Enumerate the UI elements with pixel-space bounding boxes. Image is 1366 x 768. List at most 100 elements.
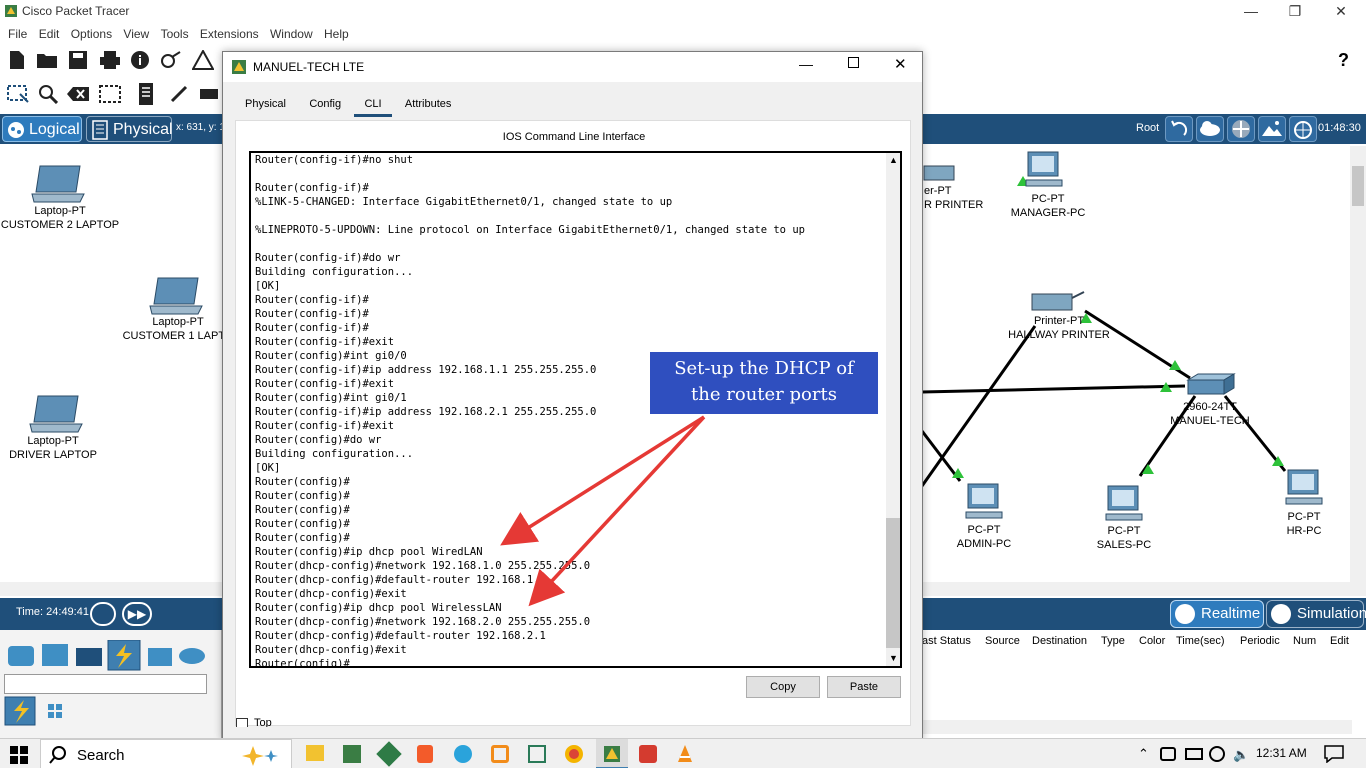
tab-cli[interactable]: CLI — [354, 94, 392, 117]
note-icon[interactable] — [138, 82, 154, 106]
simulation-button[interactable]: Simulation — [1266, 600, 1366, 628]
minimize-button[interactable]: — — [1228, 0, 1274, 24]
new-file-icon[interactable] — [8, 50, 26, 70]
top-label: Top — [254, 717, 272, 727]
background-button[interactable] — [1258, 116, 1286, 142]
tab-physical[interactable]: Physical — [235, 94, 296, 114]
logical-tab[interactable]: Logical — [2, 116, 82, 142]
device-label: Printer-PT HALLWAY PRINTER — [1008, 315, 1110, 341]
physical-tab[interactable]: Physical — [86, 116, 173, 142]
chrome-icon[interactable] — [565, 745, 583, 763]
menu-file[interactable]: File — [8, 24, 27, 44]
switch-icon[interactable] — [1182, 372, 1238, 400]
laptop-icon[interactable] — [28, 394, 86, 434]
screenshot-tool-icon[interactable] — [491, 745, 509, 763]
packet-tracer-icon — [5, 5, 17, 17]
resize-shape-icon[interactable] — [98, 84, 122, 104]
printer-icon[interactable] — [922, 158, 958, 186]
menu-tools[interactable]: Tools — [161, 24, 189, 44]
scroll-thumb[interactable] — [1352, 166, 1364, 206]
taskbar-search[interactable]: Search — [40, 739, 292, 768]
cli-scroll-thumb[interactable] — [886, 518, 900, 648]
laptop-icon[interactable] — [148, 276, 206, 316]
app-icon[interactable] — [343, 745, 361, 763]
notifications-icon[interactable] — [1324, 745, 1344, 763]
menu-extensions[interactable]: Extensions — [200, 24, 259, 44]
move-icon — [1232, 120, 1250, 138]
battery-icon[interactable] — [1185, 748, 1203, 760]
open-folder-icon[interactable] — [36, 51, 58, 69]
column-header: Time(sec) — [1176, 635, 1225, 647]
top-checkbox[interactable] — [236, 718, 248, 727]
device-label: PC-PT ADMIN-PC — [956, 524, 1012, 550]
grid-icon[interactable] — [46, 702, 64, 720]
select-icon[interactable] — [6, 83, 30, 105]
paste-button[interactable]: Paste — [827, 676, 901, 698]
restore-button[interactable]: ❐ — [1272, 0, 1318, 24]
connections-icon[interactable] — [4, 696, 36, 726]
volume-icon[interactable]: 🔈 — [1233, 747, 1249, 763]
code-editor-icon[interactable] — [528, 745, 546, 763]
menu-view[interactable]: View — [123, 24, 149, 44]
packet-tracer-taskbar-button[interactable] — [596, 739, 628, 768]
tab-attributes[interactable]: Attributes — [395, 94, 461, 114]
cluster-button[interactable] — [1196, 116, 1224, 142]
power-cycle-icon[interactable] — [90, 602, 116, 626]
fast-forward-icon[interactable]: ▶▶ — [122, 602, 152, 626]
pc-icon[interactable] — [1024, 150, 1070, 190]
top-option[interactable]: Top — [236, 717, 912, 727]
save-icon[interactable] — [68, 50, 88, 70]
dialog-minimize-button[interactable]: — — [799, 56, 813, 72]
scroll-down-icon[interactable]: ▼ — [889, 653, 898, 663]
windows-start-icon[interactable] — [10, 746, 28, 764]
wps-office-icon[interactable] — [639, 745, 657, 763]
viewport-button[interactable] — [1289, 116, 1317, 142]
close-button[interactable]: ✕ — [1318, 0, 1364, 24]
move-button[interactable] — [1227, 116, 1255, 142]
vlc-icon[interactable] — [677, 744, 693, 764]
brave-browser-icon[interactable] — [417, 745, 433, 763]
inspect-icon[interactable] — [38, 84, 58, 104]
cli-heading: IOS Command Line Interface — [502, 131, 646, 143]
info-icon[interactable] — [130, 50, 150, 70]
draw-line-icon[interactable] — [170, 85, 188, 103]
workspace-vertical-scrollbar[interactable] — [1350, 146, 1366, 582]
help-icon[interactable]: ? — [1338, 50, 1349, 71]
device-label: Laptop-PT DRIVER LAPTOP — [9, 435, 97, 461]
column-header: Type — [1101, 635, 1125, 647]
dialog-maximize-button[interactable] — [848, 57, 859, 68]
delete-icon[interactable] — [66, 86, 90, 102]
event-list-scrollbar[interactable] — [922, 720, 1352, 734]
copy-button[interactable]: Copy — [746, 676, 820, 698]
menu-edit[interactable]: Edit — [39, 24, 60, 44]
menu-help[interactable]: Help — [324, 24, 349, 44]
pc-icon[interactable] — [1104, 484, 1150, 524]
file-explorer-icon[interactable] — [306, 745, 324, 761]
menu-window[interactable]: Window — [270, 24, 313, 44]
search-highlight-icon — [242, 746, 278, 766]
laptop-icon[interactable] — [30, 164, 88, 204]
network-globe-icon[interactable] — [1209, 746, 1225, 762]
draw-rectangle-icon[interactable] — [199, 88, 219, 100]
scroll-up-icon[interactable]: ▲ — [889, 155, 898, 165]
printer-icon[interactable] — [1030, 290, 1088, 316]
packet-tracer-icon — [604, 746, 620, 762]
meet-now-icon[interactable] — [1160, 747, 1176, 761]
tab-config[interactable]: Config — [299, 94, 351, 114]
pc-icon[interactable] — [964, 482, 1010, 522]
device-search-input[interactable] — [4, 674, 207, 694]
pc-icon[interactable] — [1284, 468, 1330, 508]
dialog-close-button[interactable]: ✕ — [894, 55, 907, 73]
annotation-line: Set-up the DHCP of — [674, 358, 854, 379]
telegram-icon[interactable] — [454, 745, 472, 763]
tray-chevron-icon[interactable]: ⌃ — [1138, 746, 1149, 762]
realtime-button[interactable]: Realtime — [1170, 600, 1264, 628]
print-icon[interactable] — [99, 50, 121, 70]
git-icon[interactable] — [376, 741, 402, 767]
menu-options[interactable]: Options — [71, 24, 112, 44]
annotation-line: the router ports — [691, 384, 837, 405]
activity-wizard-icon[interactable] — [192, 50, 214, 70]
network-wizard-icon[interactable] — [160, 50, 182, 70]
app-title: Cisco Packet Tracer — [22, 4, 130, 18]
back-button[interactable] — [1165, 116, 1193, 142]
